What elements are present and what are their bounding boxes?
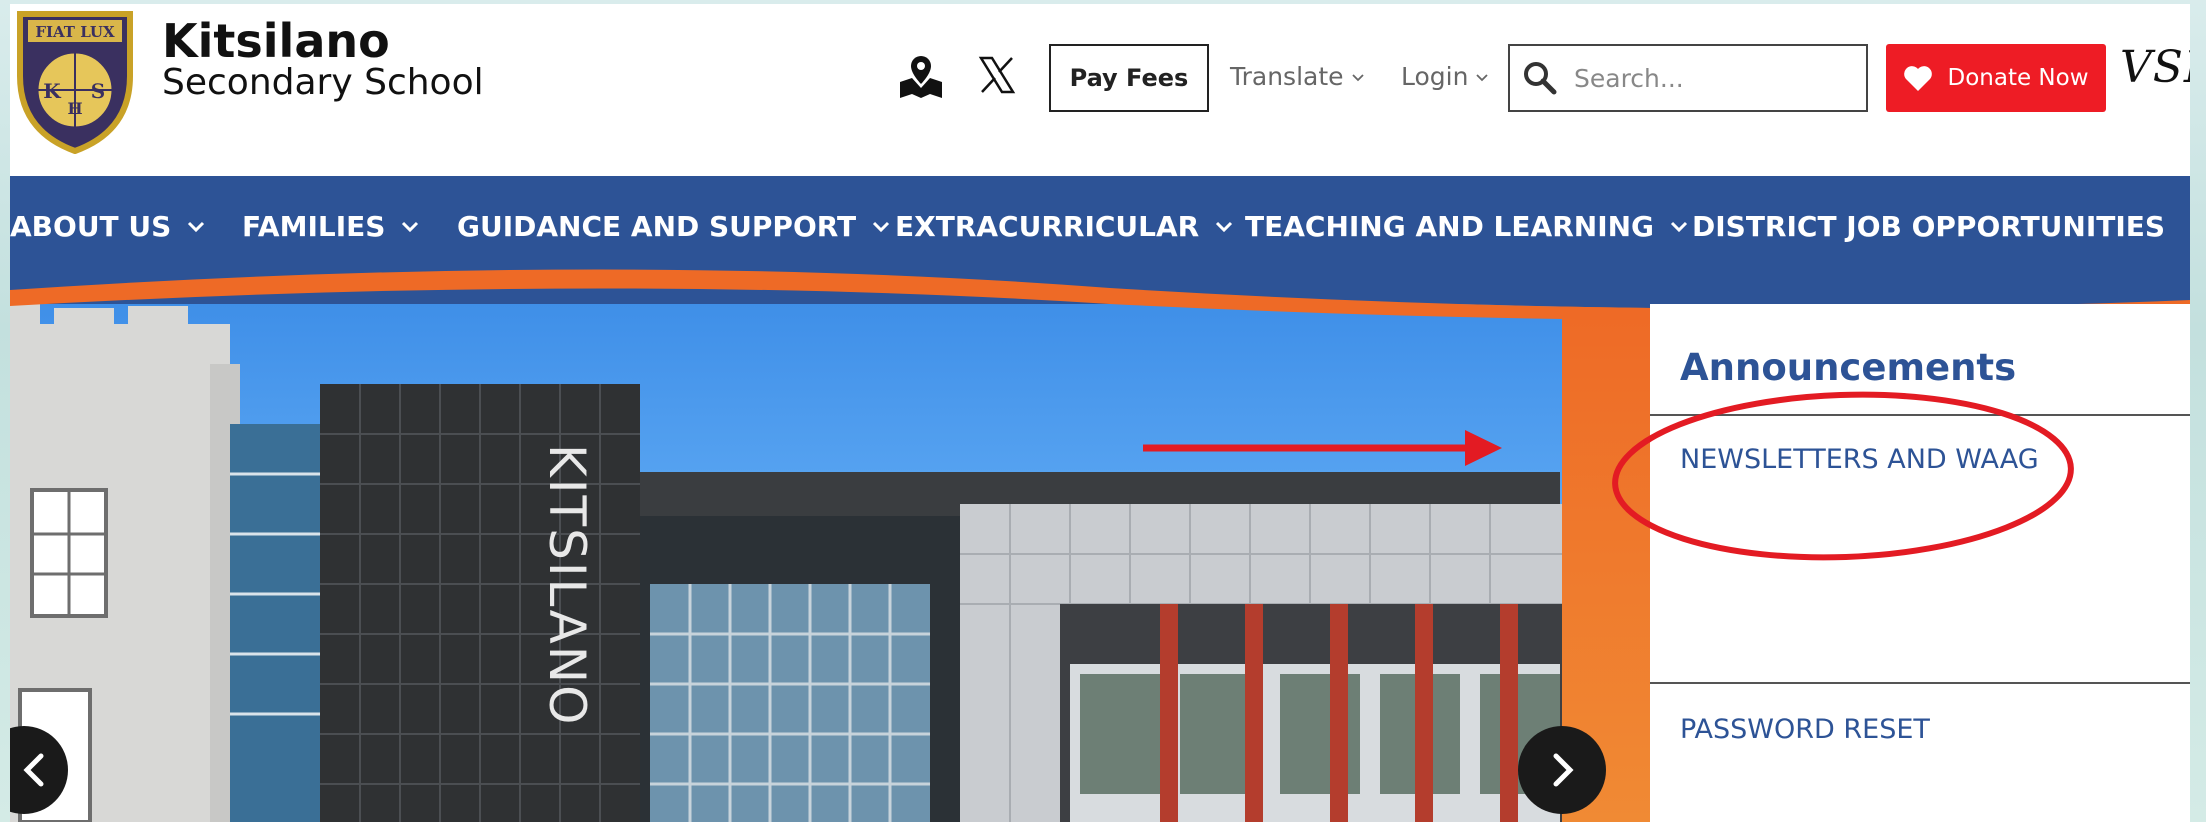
nav-item-guidance-and-support[interactable]: GUIDANCE AND SUPPORT — [457, 206, 890, 246]
map-pin-icon[interactable] — [898, 54, 944, 100]
site-header: FIAT LUX K H S Kitsilano Secondary Schoo… — [10, 4, 2190, 176]
nav-item-teaching-and-learning[interactable]: TEACHING AND LEARNING — [1245, 206, 1688, 246]
chevron-down-icon — [1216, 221, 1233, 233]
carousel-next-button[interactable] — [1518, 726, 1606, 814]
nav-label: DISTRICT JOB OPPORTUNITIES — [1692, 209, 2166, 243]
x-logo-icon[interactable] — [978, 56, 1016, 94]
translate-label: Translate — [1230, 62, 1344, 91]
chevron-left-icon — [23, 753, 44, 787]
chevron-down-icon — [188, 221, 205, 233]
translate-dropdown[interactable]: Translate — [1230, 62, 1364, 91]
chevron-down-icon — [873, 221, 890, 233]
nav-label: EXTRACURRICULAR — [895, 209, 1200, 243]
heart-icon — [1904, 66, 1933, 91]
nav-label: GUIDANCE AND SUPPORT — [457, 209, 857, 243]
announcements-panel: Announcements NEWSLETTERS AND WAAG PASSW… — [1650, 304, 2190, 822]
donate-label: Donate Now — [1947, 65, 2089, 91]
svg-text:FIAT LUX: FIAT LUX — [35, 23, 115, 41]
svg-text:H: H — [67, 99, 82, 118]
announcement-link-password-reset[interactable]: PASSWORD RESET — [1680, 714, 1930, 745]
school-subtitle[interactable]: Secondary School — [162, 62, 484, 103]
district-logo[interactable]: VSB — [2120, 42, 2190, 93]
svg-text:S: S — [91, 79, 105, 103]
nav-item-families[interactable]: FAMILIES — [242, 206, 419, 246]
building-sign: KITSILANO — [538, 444, 596, 727]
nav-label: TEACHING AND LEARNING — [1245, 209, 1655, 243]
divider — [1650, 682, 2190, 684]
nav-label: ABOUT US — [10, 209, 172, 243]
login-dropdown[interactable]: Login — [1401, 62, 1489, 91]
donate-now-button[interactable]: Donate Now — [1886, 44, 2106, 112]
search-icon[interactable] — [1522, 60, 1558, 96]
nav-label: FAMILIES — [242, 209, 386, 243]
hero-image-carousel: KITSILANO — [10, 304, 1562, 822]
nav-item-about-us[interactable]: ABOUT US — [10, 206, 205, 246]
divider — [1650, 414, 2190, 416]
login-label: Login — [1401, 62, 1469, 91]
announcements-title: Announcements — [1680, 346, 2017, 389]
browser-viewport: FIAT LUX K H S Kitsilano Secondary Schoo… — [10, 4, 2190, 822]
chevron-right-icon — [1553, 753, 1574, 787]
chevron-down-icon — [402, 221, 419, 233]
search-box[interactable] — [1508, 44, 1868, 112]
chevron-down-icon — [1670, 221, 1688, 233]
nav-item-extracurricular[interactable]: EXTRACURRICULAR — [895, 206, 1233, 246]
search-input[interactable] — [1574, 63, 1854, 93]
nav-item-district-job-opportunities[interactable]: DISTRICT JOB OPPORTUNITIES — [1692, 206, 2165, 246]
svg-text:K: K — [43, 79, 61, 103]
announcement-link-newsletters[interactable]: NEWSLETTERS AND WAAG — [1680, 444, 2039, 475]
pay-fees-button[interactable]: Pay Fees — [1049, 44, 1209, 112]
school-building-photo: KITSILANO — [10, 304, 1562, 822]
school-crest-logo[interactable]: FIAT LUX K H S — [10, 6, 140, 154]
school-name[interactable]: Kitsilano — [162, 14, 390, 68]
chevron-down-icon — [1351, 73, 1364, 81]
chevron-down-icon — [1476, 73, 1489, 81]
